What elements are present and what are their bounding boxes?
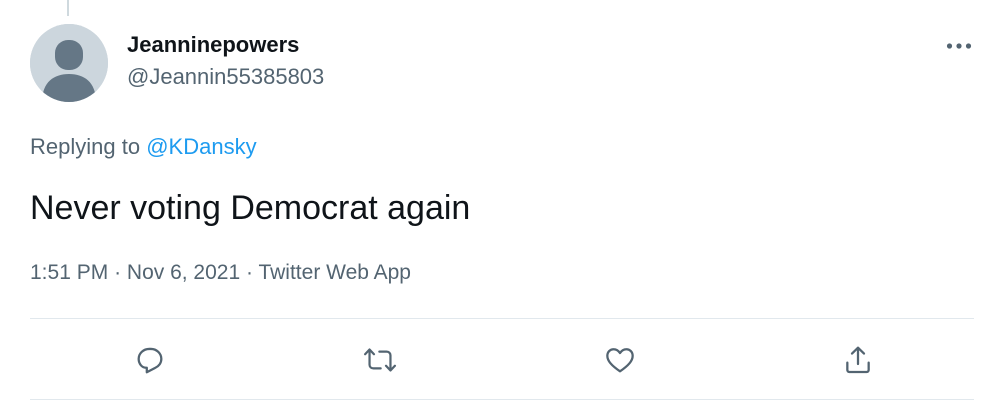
tweet-source[interactable]: Twitter Web App [258, 261, 411, 284]
thread-connector-line [67, 0, 69, 16]
author-names: Jeanninepowers @Jeannin55385803 [127, 31, 324, 91]
retweet-button[interactable] [360, 340, 400, 380]
tweet-date[interactable]: Nov 6, 2021 [127, 261, 240, 284]
replying-to-label: Replying to [30, 134, 141, 159]
tweet-time[interactable]: 1:51 PM [30, 261, 108, 284]
share-icon [846, 346, 870, 374]
action-bar [30, 340, 974, 380]
tweet-metadata: 1:51 PM · Nov 6, 2021 · Twitter Web App [30, 259, 411, 287]
retweet-icon [363, 348, 397, 372]
replying-to: Replying to @KDansky [30, 133, 257, 161]
reply-button[interactable] [130, 340, 170, 380]
display-name[interactable]: Jeanninepowers [127, 31, 324, 59]
avatar[interactable] [30, 24, 108, 102]
tweet: Jeanninepowers @Jeannin55385803 Replying… [0, 0, 1000, 401]
share-button[interactable] [838, 340, 878, 380]
tweet-text: Never voting Democrat again [30, 189, 471, 227]
like-button[interactable] [600, 340, 640, 380]
more-icon [946, 43, 972, 49]
divider [30, 399, 974, 400]
meta-separator: · [246, 261, 253, 284]
meta-separator: · [114, 261, 122, 284]
reply-icon [137, 347, 163, 374]
more-options-button[interactable] [944, 34, 974, 58]
default-profile-icon [30, 24, 108, 102]
user-handle[interactable]: @Jeannin55385803 [127, 63, 324, 91]
divider [30, 318, 974, 319]
mention-link[interactable]: @KDansky [146, 134, 256, 159]
heart-icon [606, 348, 634, 373]
